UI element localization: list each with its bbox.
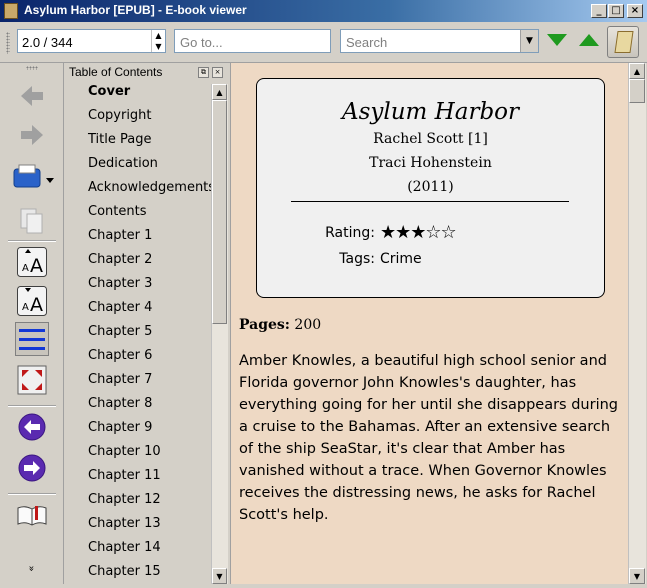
pages-label: Pages: (239, 317, 290, 333)
toc-scroll-thumb[interactable] (212, 100, 227, 324)
toc-scroll-down-icon[interactable]: ▼ (212, 568, 227, 584)
copy-icon (20, 208, 43, 234)
book-title: Asylum Harbor (341, 99, 520, 125)
doc-scroll-down-icon[interactable]: ▼ (629, 568, 645, 584)
toc-item[interactable]: Chapter 12 (88, 492, 208, 516)
scroll-icon (614, 31, 634, 53)
toolbar-grip-icon[interactable] (6, 32, 10, 54)
search-input[interactable] (344, 32, 478, 52)
search-combobox[interactable]: ▼ (340, 29, 539, 53)
svg-text:A: A (30, 255, 43, 277)
toc-item[interactable]: Chapter 14 (88, 540, 208, 564)
rating-label: Rating: (325, 225, 375, 241)
toc-close-icon[interactable]: × (212, 67, 223, 78)
toc-item[interactable]: Chapter 8 (88, 396, 208, 420)
tags-label: Tags: (339, 251, 375, 267)
toc-item[interactable]: Chapter 3 (88, 276, 208, 300)
card-divider (291, 201, 569, 202)
reference-mode-button[interactable] (607, 26, 639, 58)
find-previous-icon[interactable] (579, 34, 599, 46)
print-icon (13, 164, 54, 188)
toc-item[interactable]: Chapter 5 (88, 324, 208, 348)
toc-item[interactable]: Acknowledgements (88, 180, 215, 204)
left-toolbar: A A A A » (0, 63, 64, 584)
toc-item[interactable]: Copyright (88, 108, 208, 132)
font-smaller-button[interactable]: A A (15, 284, 49, 318)
svg-text:A: A (22, 263, 29, 274)
book-year: (2011) (407, 179, 454, 195)
font-smaller-icon: A A (17, 286, 47, 316)
print-button[interactable] (10, 161, 54, 195)
svg-text:A: A (30, 294, 43, 316)
close-button[interactable]: × (627, 4, 643, 18)
toc-item[interactable]: Chapter 1 (88, 228, 208, 252)
more-tools-icon[interactable]: » (26, 565, 37, 571)
fullscreen-icon (17, 365, 47, 395)
goto-input[interactable] (178, 32, 312, 52)
toc-list: Cover Copyright Title Page Dedication Acknow… (88, 84, 215, 588)
previous-page-icon (18, 413, 46, 441)
title-bar: Asylum Harbor [EPUB] - E-book viewer _ □… (0, 0, 647, 22)
left-toolbar-grip-icon[interactable] (26, 66, 38, 70)
toc-item[interactable]: Title Page (88, 132, 208, 156)
svg-text:A: A (22, 302, 29, 313)
toc-item[interactable]: Chapter 6 (88, 348, 208, 372)
book-description: Amber Knowles, a beautiful high school s… (239, 353, 619, 523)
toc-item[interactable]: Chapter 13 (88, 516, 208, 540)
toc-item[interactable]: Chapter 15 (88, 564, 208, 588)
next-page-button[interactable] (15, 451, 49, 485)
search-dropdown-arrow-icon[interactable]: ▼ (520, 30, 538, 52)
back-icon (21, 86, 43, 106)
toc-item[interactable]: Chapter 9 (88, 420, 208, 444)
toc-item[interactable]: Dedication (88, 156, 208, 180)
previous-page-button[interactable] (15, 410, 49, 444)
doc-scroll-up-icon[interactable]: ▲ (629, 63, 645, 79)
goto-field[interactable] (174, 29, 331, 53)
app-icon (4, 3, 18, 19)
back-button[interactable] (15, 79, 49, 113)
forward-button[interactable] (15, 118, 49, 152)
forward-icon (21, 125, 43, 145)
toc-panel: Table of Contents ⧉ × Cover Copyright Titl… (64, 63, 229, 584)
toc-scroll-up-icon[interactable]: ▲ (212, 84, 227, 100)
font-larger-button[interactable]: A A (15, 245, 49, 279)
toc-item[interactable]: Chapter 11 (88, 468, 208, 492)
toc-float-icon[interactable]: ⧉ (198, 67, 209, 78)
toc-item[interactable]: Chapter 7 (88, 372, 208, 396)
toc-scrollbar[interactable]: ▲ ▼ (211, 84, 228, 584)
toc-item[interactable]: Chapter 10 (88, 444, 208, 468)
bookmark-icon (17, 506, 47, 526)
copy-button[interactable] (15, 203, 49, 237)
position-input[interactable] (20, 32, 154, 52)
rating-stars: ★★★☆☆ (380, 222, 457, 243)
book-info-card: Asylum Harbor Rachel Scott [1] Traci Hoh… (256, 78, 605, 298)
toc-item[interactable]: Contents (88, 204, 208, 228)
toc-toggle-button[interactable] (15, 322, 49, 356)
position-spinbox[interactable]: ▲▼ (17, 29, 166, 53)
book-author: Traci Hohenstein (369, 155, 492, 171)
top-toolbar: ▲▼ ▼ (0, 22, 647, 63)
toc-header: Table of Contents (69, 65, 163, 79)
bookmark-button[interactable] (15, 499, 49, 533)
tags-value: Crime (380, 251, 422, 267)
pages-value: 200 (294, 317, 322, 333)
window-title: Asylum Harbor [EPUB] - E-book viewer (24, 3, 247, 17)
toc-item[interactable]: Chapter 2 (88, 252, 208, 276)
pages-line: Pages: 200 (239, 317, 321, 333)
book-series: Rachel Scott [1] (373, 131, 488, 147)
document-scrollbar[interactable]: ▲ ▼ (628, 63, 646, 584)
font-larger-icon: A A (17, 247, 47, 277)
spin-arrows[interactable]: ▲ ▼ (151, 30, 165, 52)
toc-icon (19, 329, 45, 350)
document-view: Asylum Harbor Rachel Scott [1] Traci Hoh… (230, 63, 629, 584)
doc-scroll-thumb[interactable] (629, 79, 645, 103)
toc-item[interactable]: Chapter 4 (88, 300, 208, 324)
next-page-icon (18, 454, 46, 482)
fullscreen-button[interactable] (15, 363, 49, 397)
minimize-button[interactable]: _ (591, 4, 607, 18)
toc-item[interactable]: Cover (88, 84, 208, 108)
find-next-icon[interactable] (547, 34, 567, 46)
maximize-button[interactable]: □ (608, 4, 624, 18)
